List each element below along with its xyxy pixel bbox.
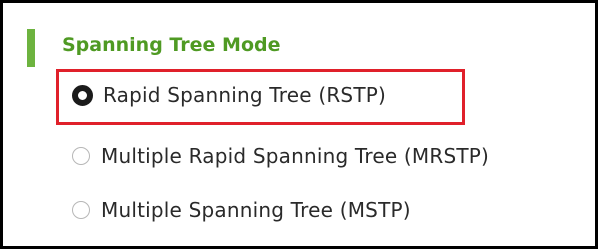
radio-option-mstp[interactable]: Multiple Spanning Tree (MSTP) xyxy=(72,198,411,222)
radio-option-label: Multiple Rapid Spanning Tree (MRSTP) xyxy=(101,144,490,168)
radio-unselected-icon[interactable] xyxy=(72,147,90,165)
section-title: Spanning Tree Mode xyxy=(62,34,281,56)
radio-unselected-icon[interactable] xyxy=(72,201,90,219)
radio-selected-icon[interactable] xyxy=(72,84,93,106)
radio-option-rstp[interactable]: Rapid Spanning Tree (RSTP) xyxy=(72,83,386,107)
radio-option-mrstp[interactable]: Multiple Rapid Spanning Tree (MRSTP) xyxy=(72,144,489,168)
radio-option-label: Rapid Spanning Tree (RSTP) xyxy=(103,83,387,107)
radio-option-label: Multiple Spanning Tree (MSTP) xyxy=(101,198,411,222)
section-accent-bar xyxy=(27,29,35,67)
